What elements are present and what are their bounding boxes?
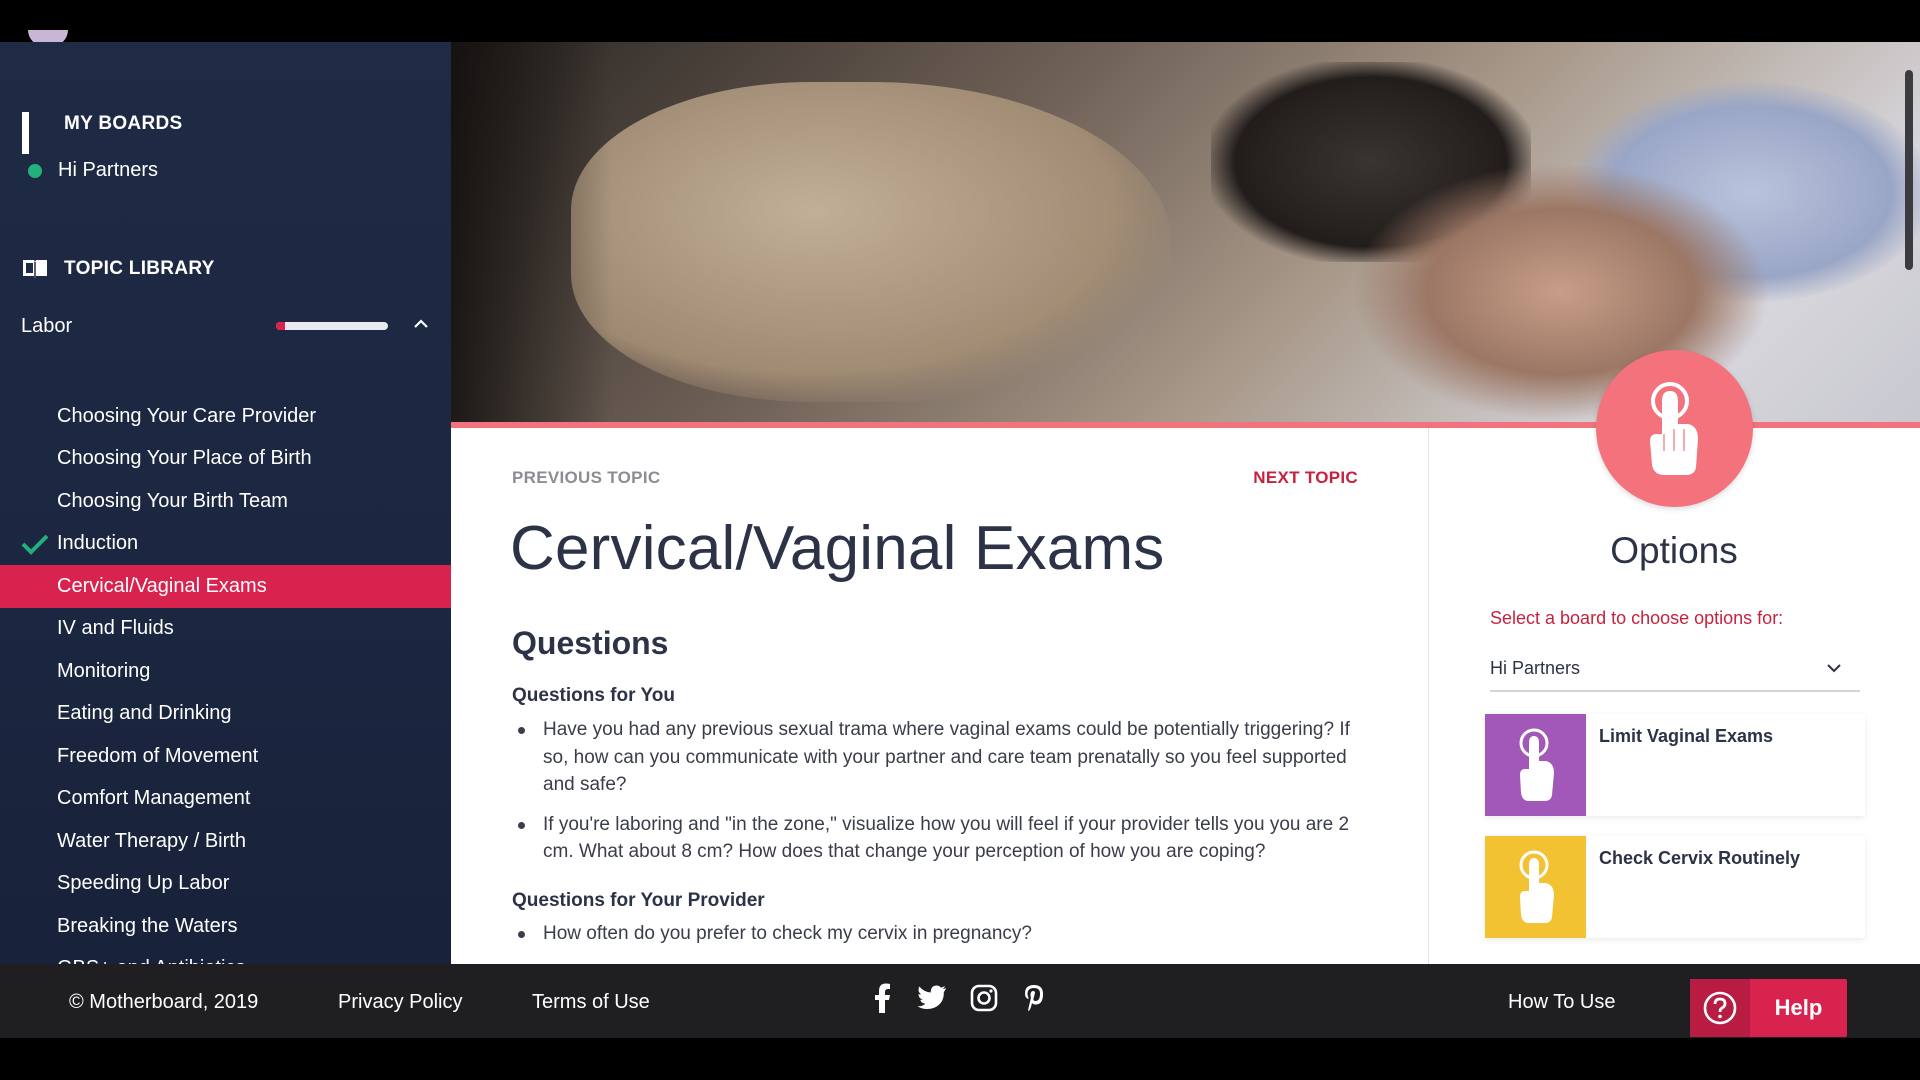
grid-icon xyxy=(22,112,50,154)
sidebar-topic-label: IV and Fluids xyxy=(57,617,174,640)
sidebar-topic-label: Choosing Your Place of Birth xyxy=(57,447,312,470)
pinterest-icon[interactable] xyxy=(1018,982,1050,1014)
sidebar-topic-item[interactable]: Choosing Your Birth Team xyxy=(0,480,451,523)
sidebar-topic-item[interactable]: Water Therapy / Birth xyxy=(0,820,451,863)
options-title: Options xyxy=(1610,530,1738,571)
sidebar-topic-item[interactable]: GBS+ and Antibiotics xyxy=(0,948,451,964)
privacy-policy-link[interactable]: Privacy Policy xyxy=(338,991,462,1014)
category-labor[interactable]: Labor xyxy=(21,310,431,342)
twitter-icon[interactable] xyxy=(916,982,948,1014)
sidebar-topic-label: Comfort Management xyxy=(57,787,251,810)
category-label: Labor xyxy=(21,314,73,337)
chevron-down-icon xyxy=(1826,660,1842,676)
top-bar xyxy=(0,0,1920,46)
board-select[interactable]: Hi Partners xyxy=(1490,646,1860,692)
board-item-hi-partners[interactable]: Hi Partners xyxy=(28,159,158,182)
sidebar-topic-item[interactable]: Comfort Management xyxy=(0,778,451,821)
help-label: Help xyxy=(1774,995,1823,1020)
sidebar-topic-label: Water Therapy / Birth xyxy=(57,829,246,852)
sidebar-topic-item[interactable]: Breaking the Waters xyxy=(0,905,451,948)
facebook-icon[interactable] xyxy=(866,982,898,1014)
instagram-icon[interactable] xyxy=(968,982,1000,1014)
previous-topic-link[interactable]: PREVIOUS TOPIC xyxy=(512,468,660,488)
questions-for-you-title: Questions for You xyxy=(512,685,675,706)
option-card[interactable]: Limit Vaginal Exams xyxy=(1485,714,1865,816)
my-boards-label: MY BOARDS xyxy=(64,113,183,134)
scrollbar[interactable] xyxy=(1905,70,1913,270)
sidebar-topic-item[interactable]: Choosing Your Care Provider xyxy=(0,395,451,438)
sidebar-topic-item[interactable]: Cervical/Vaginal Exams xyxy=(0,565,451,608)
app-window: MY BOARDS Hi Partners TOPIC LIBRARY Labo… xyxy=(0,0,1920,1080)
sidebar-topic-item[interactable]: Induction xyxy=(0,523,451,566)
checkmark-icon xyxy=(20,533,50,555)
question-item: If you're laboring and "in the zone," vi… xyxy=(512,811,1372,866)
topic-library-heading[interactable]: TOPIC LIBRARY xyxy=(22,257,215,281)
sidebar-topic-label: GBS+ and Antibiotics xyxy=(57,957,245,964)
footer: © Motherboard, 2019 Privacy Policy Terms… xyxy=(0,964,1920,1038)
help-button[interactable]: Help xyxy=(1690,979,1847,1037)
how-to-use-link[interactable]: How To Use xyxy=(1508,991,1615,1014)
option-card[interactable]: Check Cervix Routinely xyxy=(1485,836,1865,938)
sidebar-topic-label: Eating and Drinking xyxy=(57,702,232,725)
questions-for-provider-list: How often do you prefer to check my cerv… xyxy=(512,920,1372,960)
topic-content: PREVIOUS TOPIC NEXT TOPIC Cervical/Vagin… xyxy=(451,428,1428,964)
sidebar-topic-label: Speeding Up Labor xyxy=(57,872,230,895)
sidebar-topic-label: Cervical/Vaginal Exams xyxy=(57,574,267,597)
sidebar-topic-item[interactable]: Freedom of Movement xyxy=(0,735,451,778)
hand-icon xyxy=(1485,836,1586,938)
copyright-text: © Motherboard, 2019 xyxy=(69,991,259,1013)
sidebar-topic-item[interactable]: IV and Fluids xyxy=(0,608,451,651)
book-icon xyxy=(22,257,50,281)
sidebar-topic-item[interactable]: Choosing Your Place of Birth xyxy=(0,438,451,481)
sidebar-topic-label: Breaking the Waters xyxy=(57,914,238,937)
question-item: Have you had any previous sexual trama w… xyxy=(512,716,1372,799)
sidebar-topic-label: Monitoring xyxy=(57,659,151,682)
sidebar-topic-label: Freedom of Movement xyxy=(57,744,259,767)
topic-list: Choosing Your Care Provider Choosing Your… xyxy=(0,395,451,964)
sidebar-topic-label: Induction xyxy=(57,532,139,555)
option-card-label: Check Cervix Routinely xyxy=(1599,848,1801,868)
hand-icon xyxy=(1485,714,1586,816)
sidebar: MY BOARDS Hi Partners TOPIC LIBRARY Labo… xyxy=(0,42,451,964)
board-select-value: Hi Partners xyxy=(1490,657,1581,678)
terms-of-use-link[interactable]: Terms of Use xyxy=(532,991,650,1014)
option-card-label: Limit Vaginal Exams xyxy=(1599,726,1774,746)
board-status-dot xyxy=(28,163,42,178)
category-progress-fill xyxy=(276,322,285,330)
bottom-bar xyxy=(0,1038,1920,1080)
questions-for-you-list: Have you had any previous sexual trama w… xyxy=(512,716,1372,878)
sidebar-topic-label: Choosing Your Care Provider xyxy=(57,404,317,427)
board-select-prompt: Select a board to choose options for: xyxy=(1490,608,1784,628)
topic-library-label: TOPIC LIBRARY xyxy=(64,258,215,279)
board-item-label: Hi Partners xyxy=(58,159,159,181)
question-item: How often do you prefer to check my cerv… xyxy=(512,920,1372,948)
sidebar-topic-item[interactable]: Eating and Drinking xyxy=(0,693,451,736)
sidebar-topic-item[interactable]: Speeding Up Labor xyxy=(0,863,451,906)
my-boards-heading[interactable]: MY BOARDS xyxy=(22,112,183,154)
category-progress-bar xyxy=(276,322,388,330)
options-hand-icon xyxy=(1596,350,1753,507)
next-topic-link[interactable]: NEXT TOPIC xyxy=(1253,468,1358,488)
chevron-up-icon[interactable] xyxy=(411,314,431,334)
page-title: Cervical/Vaginal Exams xyxy=(510,514,1165,583)
question-icon xyxy=(1690,979,1750,1037)
section-title: Questions xyxy=(512,625,669,661)
sidebar-topic-item[interactable]: Monitoring xyxy=(0,650,451,693)
sidebar-topic-label: Choosing Your Birth Team xyxy=(57,489,288,512)
questions-for-provider-title: Questions for Your Provider xyxy=(512,890,765,911)
